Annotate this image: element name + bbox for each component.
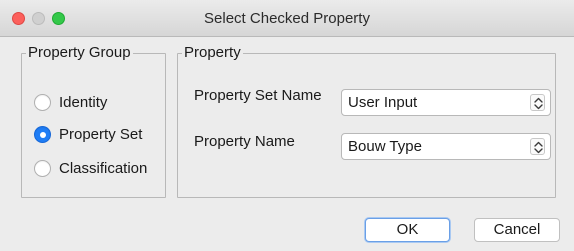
radio-classification-label: Classification — [59, 159, 148, 177]
radio-identity-button[interactable] — [34, 93, 51, 111]
property-name-label: Property Name — [194, 133, 295, 150]
property-set-name-label: Property Set Name — [194, 87, 322, 104]
property-legend: Property — [184, 44, 241, 61]
property-name-select[interactable]: Bouw Type — [341, 133, 551, 160]
updown-chevron-icon — [530, 138, 545, 155]
radio-classification[interactable]: Classification — [34, 157, 147, 179]
title-bar[interactable]: Select Checked Property — [0, 0, 574, 37]
property-set-name-value: User Input — [348, 94, 418, 111]
radio-property-set-label: Property Set — [59, 125, 143, 143]
property-name-value: Bouw Type — [348, 138, 422, 155]
radio-identity-label: Identity — [59, 93, 108, 111]
radio-identity[interactable]: Identity — [34, 91, 107, 113]
updown-chevron-icon — [530, 94, 545, 111]
radio-property-set[interactable]: Property Set — [34, 123, 142, 145]
cancel-button[interactable]: Cancel — [474, 218, 560, 242]
property-group-panel: Property Group Identity Property Set Cla… — [21, 45, 166, 198]
radio-property-set-button[interactable] — [34, 125, 51, 143]
property-set-name-select[interactable]: User Input — [341, 89, 551, 116]
window-title: Select Checked Property — [204, 10, 370, 27]
property-panel: Property Property Set Name User Input Pr… — [177, 45, 556, 198]
dialog-window: Select Checked Property Property Group I… — [0, 0, 574, 251]
ok-button[interactable]: OK — [365, 218, 450, 242]
property-group-legend: Property Group — [28, 44, 131, 61]
radio-classification-button[interactable] — [34, 159, 51, 177]
